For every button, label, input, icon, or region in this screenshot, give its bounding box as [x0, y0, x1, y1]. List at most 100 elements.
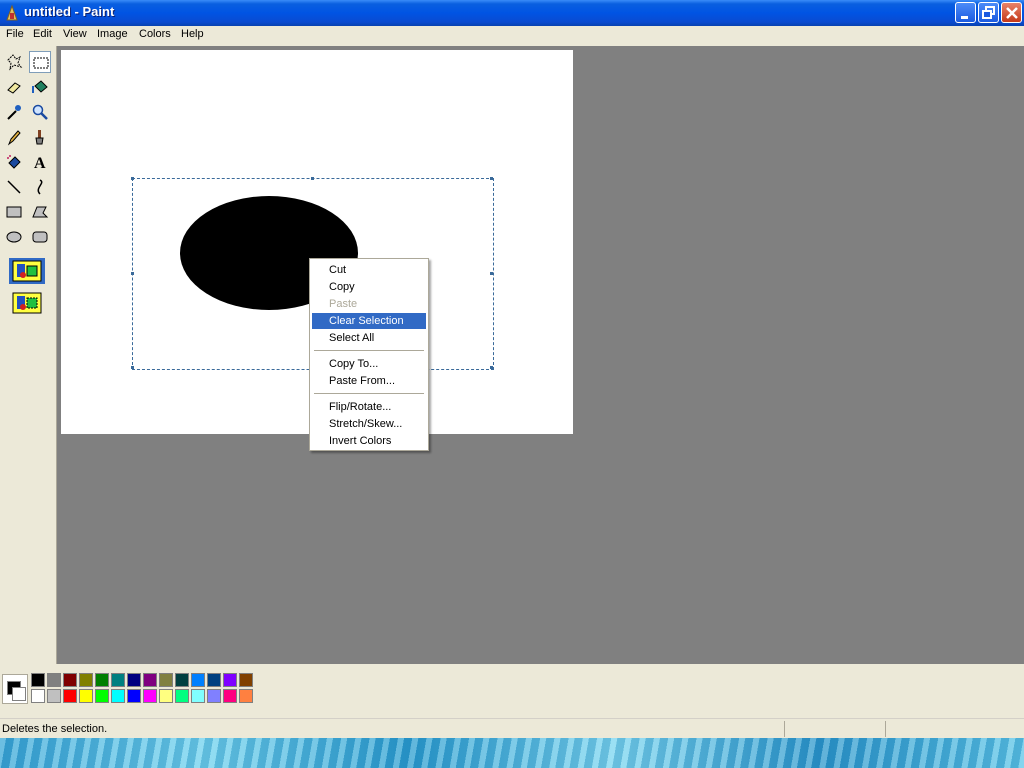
curve-icon: [37, 179, 43, 195]
menu-file[interactable]: File: [6, 28, 24, 40]
color-swatch[interactable]: [191, 689, 205, 703]
color-swatch[interactable]: [47, 689, 61, 703]
background-color-swatch: [12, 687, 26, 701]
current-colors[interactable]: [2, 674, 28, 704]
color-swatch[interactable]: [63, 673, 77, 687]
text-tool[interactable]: A: [29, 151, 51, 173]
line-tool[interactable]: [3, 176, 25, 198]
rounded-rectangle-tool[interactable]: [29, 226, 51, 248]
restore-button[interactable]: [978, 2, 999, 23]
selection-handle[interactable]: [131, 366, 134, 369]
menu-help[interactable]: Help: [181, 28, 204, 40]
pick-color-tool[interactable]: [3, 101, 25, 123]
menu-item-copy[interactable]: Copy: [312, 279, 426, 295]
magnifier-icon: [32, 104, 48, 120]
color-swatch[interactable]: [207, 673, 221, 687]
color-box: [0, 664, 1024, 712]
menu-bar: File Edit View Image Colors Help: [0, 26, 1024, 44]
color-swatch[interactable]: [127, 689, 141, 703]
color-swatch[interactable]: [127, 673, 141, 687]
free-form-select-icon: [7, 54, 23, 71]
selection-handle[interactable]: [490, 177, 493, 180]
color-swatch[interactable]: [175, 673, 189, 687]
color-swatch[interactable]: [239, 689, 253, 703]
text-icon: A: [34, 155, 46, 171]
color-swatch[interactable]: [79, 689, 93, 703]
color-swatch[interactable]: [223, 673, 237, 687]
color-swatch[interactable]: [159, 689, 173, 703]
menu-item-cut[interactable]: Cut: [312, 262, 426, 278]
pencil-icon: [7, 130, 21, 146]
window-title: untitled - Paint: [24, 4, 115, 19]
menu-item-stretch-skew[interactable]: Stretch/Skew...: [312, 416, 426, 432]
ellipse-tool[interactable]: [3, 226, 25, 248]
color-swatch[interactable]: [31, 673, 45, 687]
selection-handle[interactable]: [131, 177, 134, 180]
eraser-tool[interactable]: [3, 76, 25, 98]
color-swatch[interactable]: [95, 673, 109, 687]
pencil-tool[interactable]: [3, 126, 25, 148]
title-bar: untitled - Paint: [0, 0, 1024, 26]
rectangle-icon: [6, 206, 22, 218]
opaque-selection-icon: [12, 260, 42, 282]
color-swatch[interactable]: [31, 689, 45, 703]
selection-handle[interactable]: [490, 366, 493, 369]
transparent-selection-option[interactable]: [9, 290, 45, 316]
color-swatch[interactable]: [159, 673, 173, 687]
color-swatch[interactable]: [175, 689, 189, 703]
status-pane-size: [885, 721, 1023, 737]
fill-tool[interactable]: [29, 76, 51, 98]
color-swatch[interactable]: [111, 673, 125, 687]
eraser-icon: [7, 82, 21, 94]
color-swatch[interactable]: [63, 689, 77, 703]
toolbox: A: [0, 46, 57, 664]
color-swatch[interactable]: [191, 673, 205, 687]
line-icon: [7, 180, 21, 194]
menu-colors[interactable]: Colors: [139, 28, 171, 40]
menu-item-invert-colors[interactable]: Invert Colors: [312, 433, 426, 449]
polygon-icon: [32, 206, 49, 218]
menu-item-paste-from[interactable]: Paste From...: [312, 373, 426, 389]
opaque-selection-option[interactable]: [9, 258, 45, 284]
menu-separator: [314, 350, 424, 351]
pick-color-icon: [7, 105, 21, 120]
selection-handle[interactable]: [311, 177, 314, 180]
menu-item-copy-to[interactable]: Copy To...: [312, 356, 426, 372]
status-text: Deletes the selection.: [2, 723, 108, 735]
curve-tool[interactable]: [29, 176, 51, 198]
menu-view[interactable]: View: [63, 28, 87, 40]
magnifier-tool[interactable]: [29, 101, 51, 123]
select-icon: [33, 57, 49, 69]
close-button[interactable]: [1001, 2, 1022, 23]
minimize-button[interactable]: [955, 2, 976, 23]
color-swatch[interactable]: [223, 689, 237, 703]
menu-item-clear-selection[interactable]: Clear Selection: [312, 313, 426, 329]
color-swatch[interactable]: [79, 673, 93, 687]
airbrush-tool[interactable]: [3, 151, 25, 173]
color-swatch[interactable]: [95, 689, 109, 703]
select-tool[interactable]: [29, 51, 51, 73]
color-swatch[interactable]: [111, 689, 125, 703]
menu-image[interactable]: Image: [97, 28, 128, 40]
svg-text:A: A: [34, 155, 46, 171]
status-pane-coordinates: [784, 721, 885, 737]
status-bar: Deletes the selection.: [0, 718, 1024, 739]
paint-app-icon[interactable]: [4, 4, 20, 22]
color-swatch[interactable]: [143, 689, 157, 703]
menu-item-select-all[interactable]: Select All: [312, 330, 426, 346]
menu-edit[interactable]: Edit: [33, 28, 52, 40]
color-swatch[interactable]: [239, 673, 253, 687]
context-menu: Cut Copy Paste Clear Selection Select Al…: [309, 258, 429, 451]
polygon-tool[interactable]: [29, 201, 51, 223]
selection-handle[interactable]: [131, 272, 134, 275]
selection-handle[interactable]: [490, 272, 493, 275]
menu-item-flip-rotate[interactable]: Flip/Rotate...: [312, 399, 426, 415]
free-form-select-tool[interactable]: [3, 51, 25, 73]
rectangle-tool[interactable]: [3, 201, 25, 223]
color-swatch[interactable]: [143, 673, 157, 687]
menu-separator: [314, 393, 424, 394]
airbrush-icon: [7, 155, 21, 169]
color-swatch[interactable]: [47, 673, 61, 687]
color-swatch[interactable]: [207, 689, 221, 703]
brush-tool[interactable]: [29, 126, 51, 148]
